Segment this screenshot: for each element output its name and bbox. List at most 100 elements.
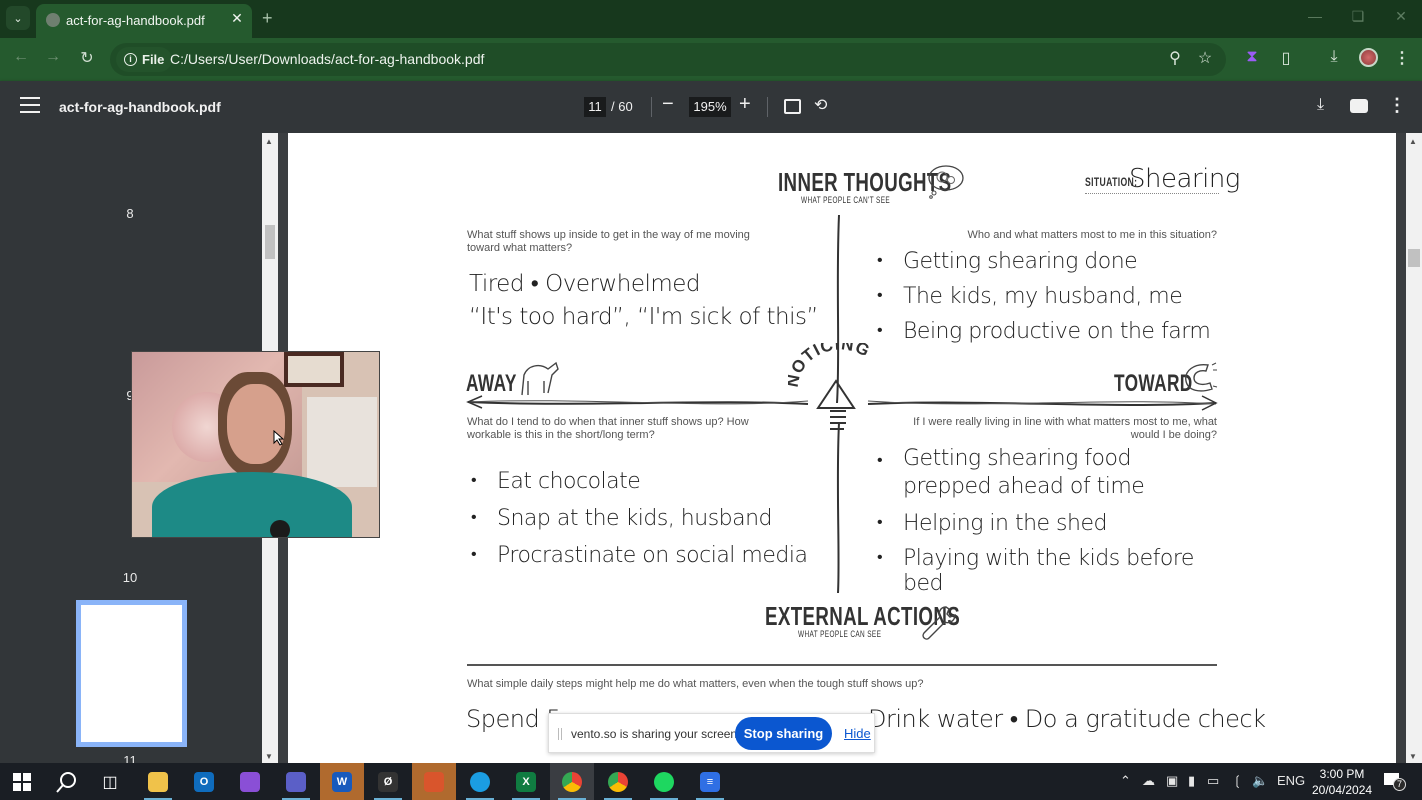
downloads-icon[interactable]: ⤓ [1322, 48, 1346, 66]
document-scrollbar[interactable]: ▲ ▼ [1406, 133, 1422, 763]
drag-handle-icon[interactable] [558, 728, 562, 740]
noticing-arc-label: NOTICING [788, 343, 872, 389]
taskbar-spotify[interactable] [642, 763, 686, 800]
fit-to-page-icon[interactable] [784, 99, 801, 114]
zoom-icon[interactable]: ⚲ [1163, 48, 1187, 68]
forward-button[interactable]: → [41, 48, 65, 66]
microphone [270, 520, 290, 537]
start-button[interactable] [0, 763, 44, 800]
chrome-icon [562, 771, 582, 792]
print-icon[interactable] [1350, 99, 1368, 113]
system-clock[interactable]: 3:00 PM 20/04/2024 [1312, 766, 1372, 798]
windows-taskbar: ◫ O W Ø X ≡ ⌃ ☁ ▣ ▮ ▭ ❲ 🔈 ENG 3:00 PM 20… [0, 763, 1422, 800]
browser-menu-icon[interactable]: ⋮ [1390, 48, 1414, 68]
taskbar-file-explorer[interactable] [136, 763, 180, 800]
minimize-button[interactable]: — [1300, 8, 1330, 24]
list-item: Eat chocolate [471, 469, 807, 494]
rotate-icon[interactable]: ⟲ [814, 95, 827, 115]
url-text[interactable]: C:/Users/User/Downloads/act-for-ag-handb… [170, 51, 484, 67]
pdf-file-name: act-for-ag-handbook.pdf [59, 99, 221, 115]
zero-app-icon: Ø [378, 771, 398, 792]
taskbar-word[interactable]: W [320, 763, 364, 800]
page-number-input[interactable]: 11 [584, 97, 606, 117]
word-icon: W [332, 771, 352, 792]
chrome-profile-icon [608, 771, 628, 792]
favicon-icon [46, 13, 60, 27]
scrollbar-thumb[interactable] [265, 225, 275, 259]
address-bar[interactable]: i File C:/Users/User/Downloads/act-for-a… [110, 43, 1226, 76]
pdf-download-icon[interactable]: ⤓ [1317, 96, 1324, 114]
volume-icon[interactable]: 🔈 [1252, 773, 1268, 789]
language-indicator[interactable]: ENG [1277, 773, 1305, 788]
onedrive-cloud-icon[interactable]: ☁ [1142, 773, 1155, 789]
taskbar-teams[interactable] [274, 763, 318, 800]
notification-center-button[interactable]: 7 [1383, 772, 1406, 791]
chevron-down-icon: ⌄ [13, 12, 23, 25]
site-info-chip[interactable]: i File [116, 47, 173, 72]
kangaroo-icon [521, 361, 559, 396]
stop-sharing-button[interactable]: Stop sharing [735, 717, 832, 750]
scrollbar-thumb[interactable] [1408, 249, 1420, 267]
task-view-button[interactable]: ◫ [88, 763, 132, 800]
task-view-icon: ◫ [102, 773, 118, 791]
browser-toolbar: ← → ↻ i File C:/Users/User/Downloads/act… [0, 38, 1422, 81]
taskbar-clipchamp[interactable] [228, 763, 272, 800]
zoom-in-button[interactable]: + [739, 93, 751, 116]
reload-button[interactable]: ↻ [75, 48, 99, 68]
camera-icon[interactable]: ▣ [1166, 773, 1178, 789]
daily-steps-text: Spend 5 [466, 705, 562, 733]
noticing-text: NOTICING [788, 343, 872, 389]
question-top-left: What stuff shows up inside to get in the… [467, 229, 750, 254]
maximize-button[interactable]: ❏ [1343, 8, 1373, 25]
windows-logo-icon [13, 772, 31, 791]
taskbar-google-docs[interactable]: ≡ [688, 763, 732, 800]
snipping-tool-icon [424, 771, 444, 792]
taskbar-search-button[interactable] [44, 763, 88, 800]
question-bottom-right: If I were really living in line with wha… [913, 416, 1217, 441]
list-item: Procrastinate on social media [471, 543, 808, 568]
taskbar-chrome[interactable] [550, 763, 594, 800]
profile-avatar[interactable] [1359, 48, 1378, 67]
scroll-down-arrow-icon[interactable]: ▼ [1409, 752, 1417, 761]
close-tab-icon[interactable]: ✕ [228, 10, 246, 27]
hide-link[interactable]: Hide [844, 726, 871, 741]
values-list: Getting shearing done The kids, my husba… [877, 249, 1211, 354]
tab-search-button[interactable]: ⌄ [6, 6, 30, 30]
show-hidden-icons-chevron-icon[interactable]: ⌃ [1120, 773, 1131, 789]
daily-steps-text: Drink water • Do a gratitude check [868, 705, 1266, 733]
taskbar-excel[interactable]: X [504, 763, 548, 800]
list-item: Helping in the shed [877, 511, 1217, 536]
taskbar-app-zero[interactable]: Ø [366, 763, 410, 800]
new-tab-button[interactable]: + [262, 8, 273, 29]
zoom-out-button[interactable]: − [662, 93, 674, 116]
battery-icon[interactable]: ▭ [1207, 773, 1219, 789]
clock-date: 20/04/2024 [1312, 783, 1373, 797]
extensions-puzzle-icon[interactable]: ▯ [1274, 48, 1298, 68]
microphone-icon[interactable]: ▮ [1188, 773, 1195, 789]
taskbar-edge[interactable] [458, 763, 502, 800]
taskbar-chrome-profile[interactable] [596, 763, 640, 800]
window-close-button[interactable]: ✕ [1386, 8, 1416, 25]
thumbnail-label: 10 [122, 570, 138, 585]
taskbar-outlook[interactable]: O [182, 763, 226, 800]
top-left-line: “It's too hard”, “I'm sick of this” [469, 304, 818, 330]
thumbnail-label: 8 [126, 206, 134, 221]
pdf-toolbar: act-for-ag-handbook.pdf 11 / 60 − 195% +… [0, 81, 1422, 133]
page-thumbnail-selected[interactable] [76, 600, 187, 747]
browser-tab[interactable]: act-for-ag-handbook.pdf ✕ [36, 4, 252, 38]
scroll-up-arrow-icon[interactable]: ▲ [265, 137, 273, 146]
divider [651, 97, 652, 117]
wifi-icon[interactable]: ❲ [1232, 773, 1243, 789]
zoom-level-input[interactable]: 195% [689, 97, 731, 117]
back-button[interactable]: ← [9, 48, 33, 66]
question-daily-steps: What simple daily steps might help me do… [467, 678, 924, 690]
taskbar-snipping-tool[interactable] [412, 763, 456, 800]
scroll-up-arrow-icon[interactable]: ▲ [1409, 137, 1417, 146]
extension-hourglass-icon[interactable]: ⧗ [1240, 48, 1264, 66]
scroll-down-arrow-icon[interactable]: ▼ [265, 752, 273, 761]
webcam-overlay[interactable] [131, 351, 380, 538]
more-options-icon[interactable]: ⋮ [1388, 95, 1406, 116]
bookmark-star-icon[interactable]: ☆ [1193, 48, 1217, 68]
sidebar-toggle-menu-icon[interactable] [20, 97, 40, 113]
notification-count-badge: 7 [1393, 778, 1406, 791]
